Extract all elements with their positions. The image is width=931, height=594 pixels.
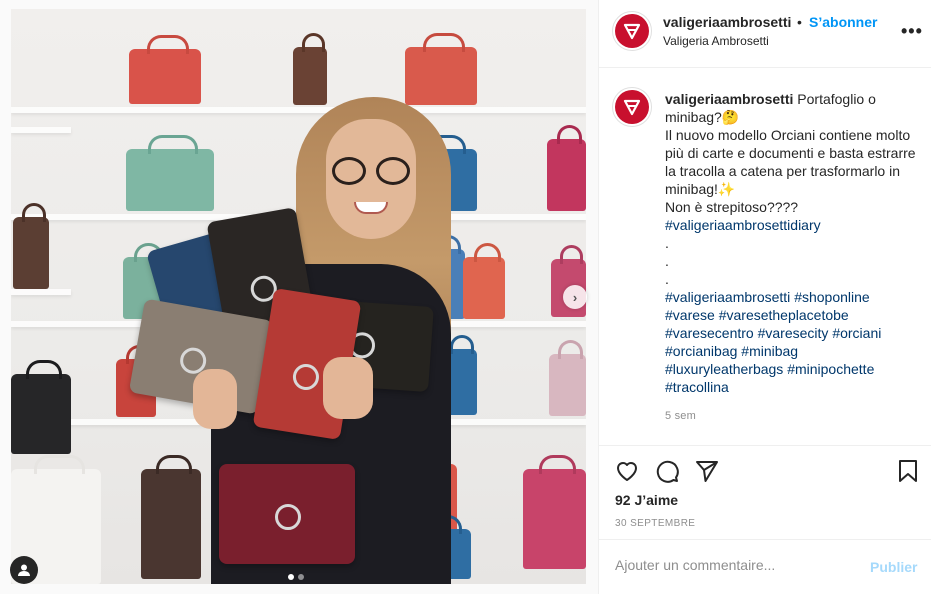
more-options-icon[interactable]: ••• — [901, 22, 923, 40]
hashtag-link[interactable]: #varesecentro — [665, 325, 754, 341]
heart-icon — [617, 462, 637, 481]
handbag — [547, 125, 586, 211]
hashtag-link[interactable]: #varesecity — [758, 325, 829, 341]
separator-dot: • — [797, 14, 802, 30]
likes-count[interactable]: 92 J’aime — [615, 492, 678, 508]
account-avatar[interactable] — [612, 11, 652, 51]
handbag — [129, 35, 201, 104]
handbag — [126, 135, 214, 211]
comment-input[interactable] — [615, 557, 855, 573]
save-button[interactable] — [895, 458, 921, 484]
instagram-post-dialog: › valigeriaambrosetti • S’abonner Valige… — [0, 0, 931, 594]
caption-username[interactable]: valigeriaambrosetti — [665, 91, 793, 107]
handbag — [293, 33, 327, 105]
caption-section: valigeriaambrosetti Portafoglio o miniba… — [599, 68, 931, 446]
publish-button[interactable]: Publier — [870, 559, 917, 575]
handbag — [549, 340, 586, 416]
hashtag-link[interactable]: #orcianibag — [665, 343, 737, 359]
hashtag-link[interactable]: #valigeriaambrosetti — [665, 289, 790, 305]
minibag-burgundy — [219, 464, 355, 564]
caption-timestamp[interactable]: 5 sem — [665, 410, 696, 422]
bookmark-icon — [899, 460, 917, 482]
account-username[interactable]: valigeriaambrosetti — [663, 14, 791, 30]
like-button[interactable] — [614, 458, 640, 484]
shelf — [11, 289, 71, 295]
wallet-ring — [291, 362, 321, 392]
minibag-ring — [275, 504, 301, 530]
comment-form: Publier — [599, 540, 931, 594]
paper-plane-icon — [696, 461, 718, 482]
brand-logo-icon — [623, 99, 641, 116]
handbag — [463, 243, 505, 319]
comment-bubble-icon — [656, 460, 679, 483]
post-date: 30 SEPTEMBRE — [615, 518, 696, 529]
caption-line: Non è strepitoso???? — [665, 199, 799, 215]
hand-right — [323, 357, 373, 419]
post-header: valigeriaambrosetti • S’abonner Valigeri… — [599, 0, 931, 68]
caption-dot: . — [665, 271, 669, 287]
hashtag-link[interactable]: #varesetheplacetobe — [719, 307, 849, 323]
carousel-indicator — [288, 574, 304, 580]
hashtag-link[interactable]: #luxuryleatherbags — [665, 361, 783, 377]
post-media: › — [0, 0, 598, 594]
brand-logo-icon — [623, 23, 641, 40]
carousel-dot — [298, 574, 304, 580]
caption-line: Il nuovo modello Orciani contiene molto … — [665, 127, 916, 197]
account-location[interactable]: Valigeria Ambrosetti — [663, 34, 769, 48]
caption-dot: . — [665, 253, 669, 269]
share-button[interactable] — [694, 458, 720, 484]
shelf — [11, 107, 586, 113]
hashtag-link[interactable]: #tracollina — [665, 379, 729, 395]
hashtag-link[interactable]: #shoponline — [794, 289, 870, 305]
user-tag-button[interactable] — [10, 556, 38, 584]
caption-text: valigeriaambrosetti Portafoglio o miniba… — [665, 90, 927, 396]
hashtag-link[interactable]: #minipochette — [787, 361, 874, 377]
hashtag-link[interactable]: #varese — [665, 307, 715, 323]
hashtag-link[interactable]: #valigeriaambrosettidiary — [665, 217, 821, 233]
next-photo-button[interactable]: › — [563, 285, 587, 309]
post-sidebar: valigeriaambrosetti • S’abonner Valigeri… — [598, 0, 931, 594]
glasses — [332, 157, 412, 185]
hand-left — [193, 369, 237, 429]
shelf — [11, 127, 71, 133]
handbag — [11, 360, 71, 454]
hashtag-link[interactable]: #minibag — [741, 343, 798, 359]
comment-button[interactable] — [654, 458, 680, 484]
hashtag-link[interactable]: #orciani — [832, 325, 881, 341]
user-tag-icon — [18, 564, 30, 576]
handbag — [141, 455, 201, 579]
handbag — [523, 455, 586, 569]
handbag — [405, 33, 477, 105]
handbag — [13, 203, 49, 289]
follow-button[interactable]: S’abonner — [809, 14, 877, 30]
carousel-dot-active — [288, 574, 294, 580]
caption-dot: . — [665, 235, 669, 251]
post-photo[interactable] — [11, 9, 586, 584]
caption-avatar[interactable] — [612, 87, 652, 127]
action-bar: 92 J’aime 30 SEPTEMBRE — [599, 446, 931, 540]
